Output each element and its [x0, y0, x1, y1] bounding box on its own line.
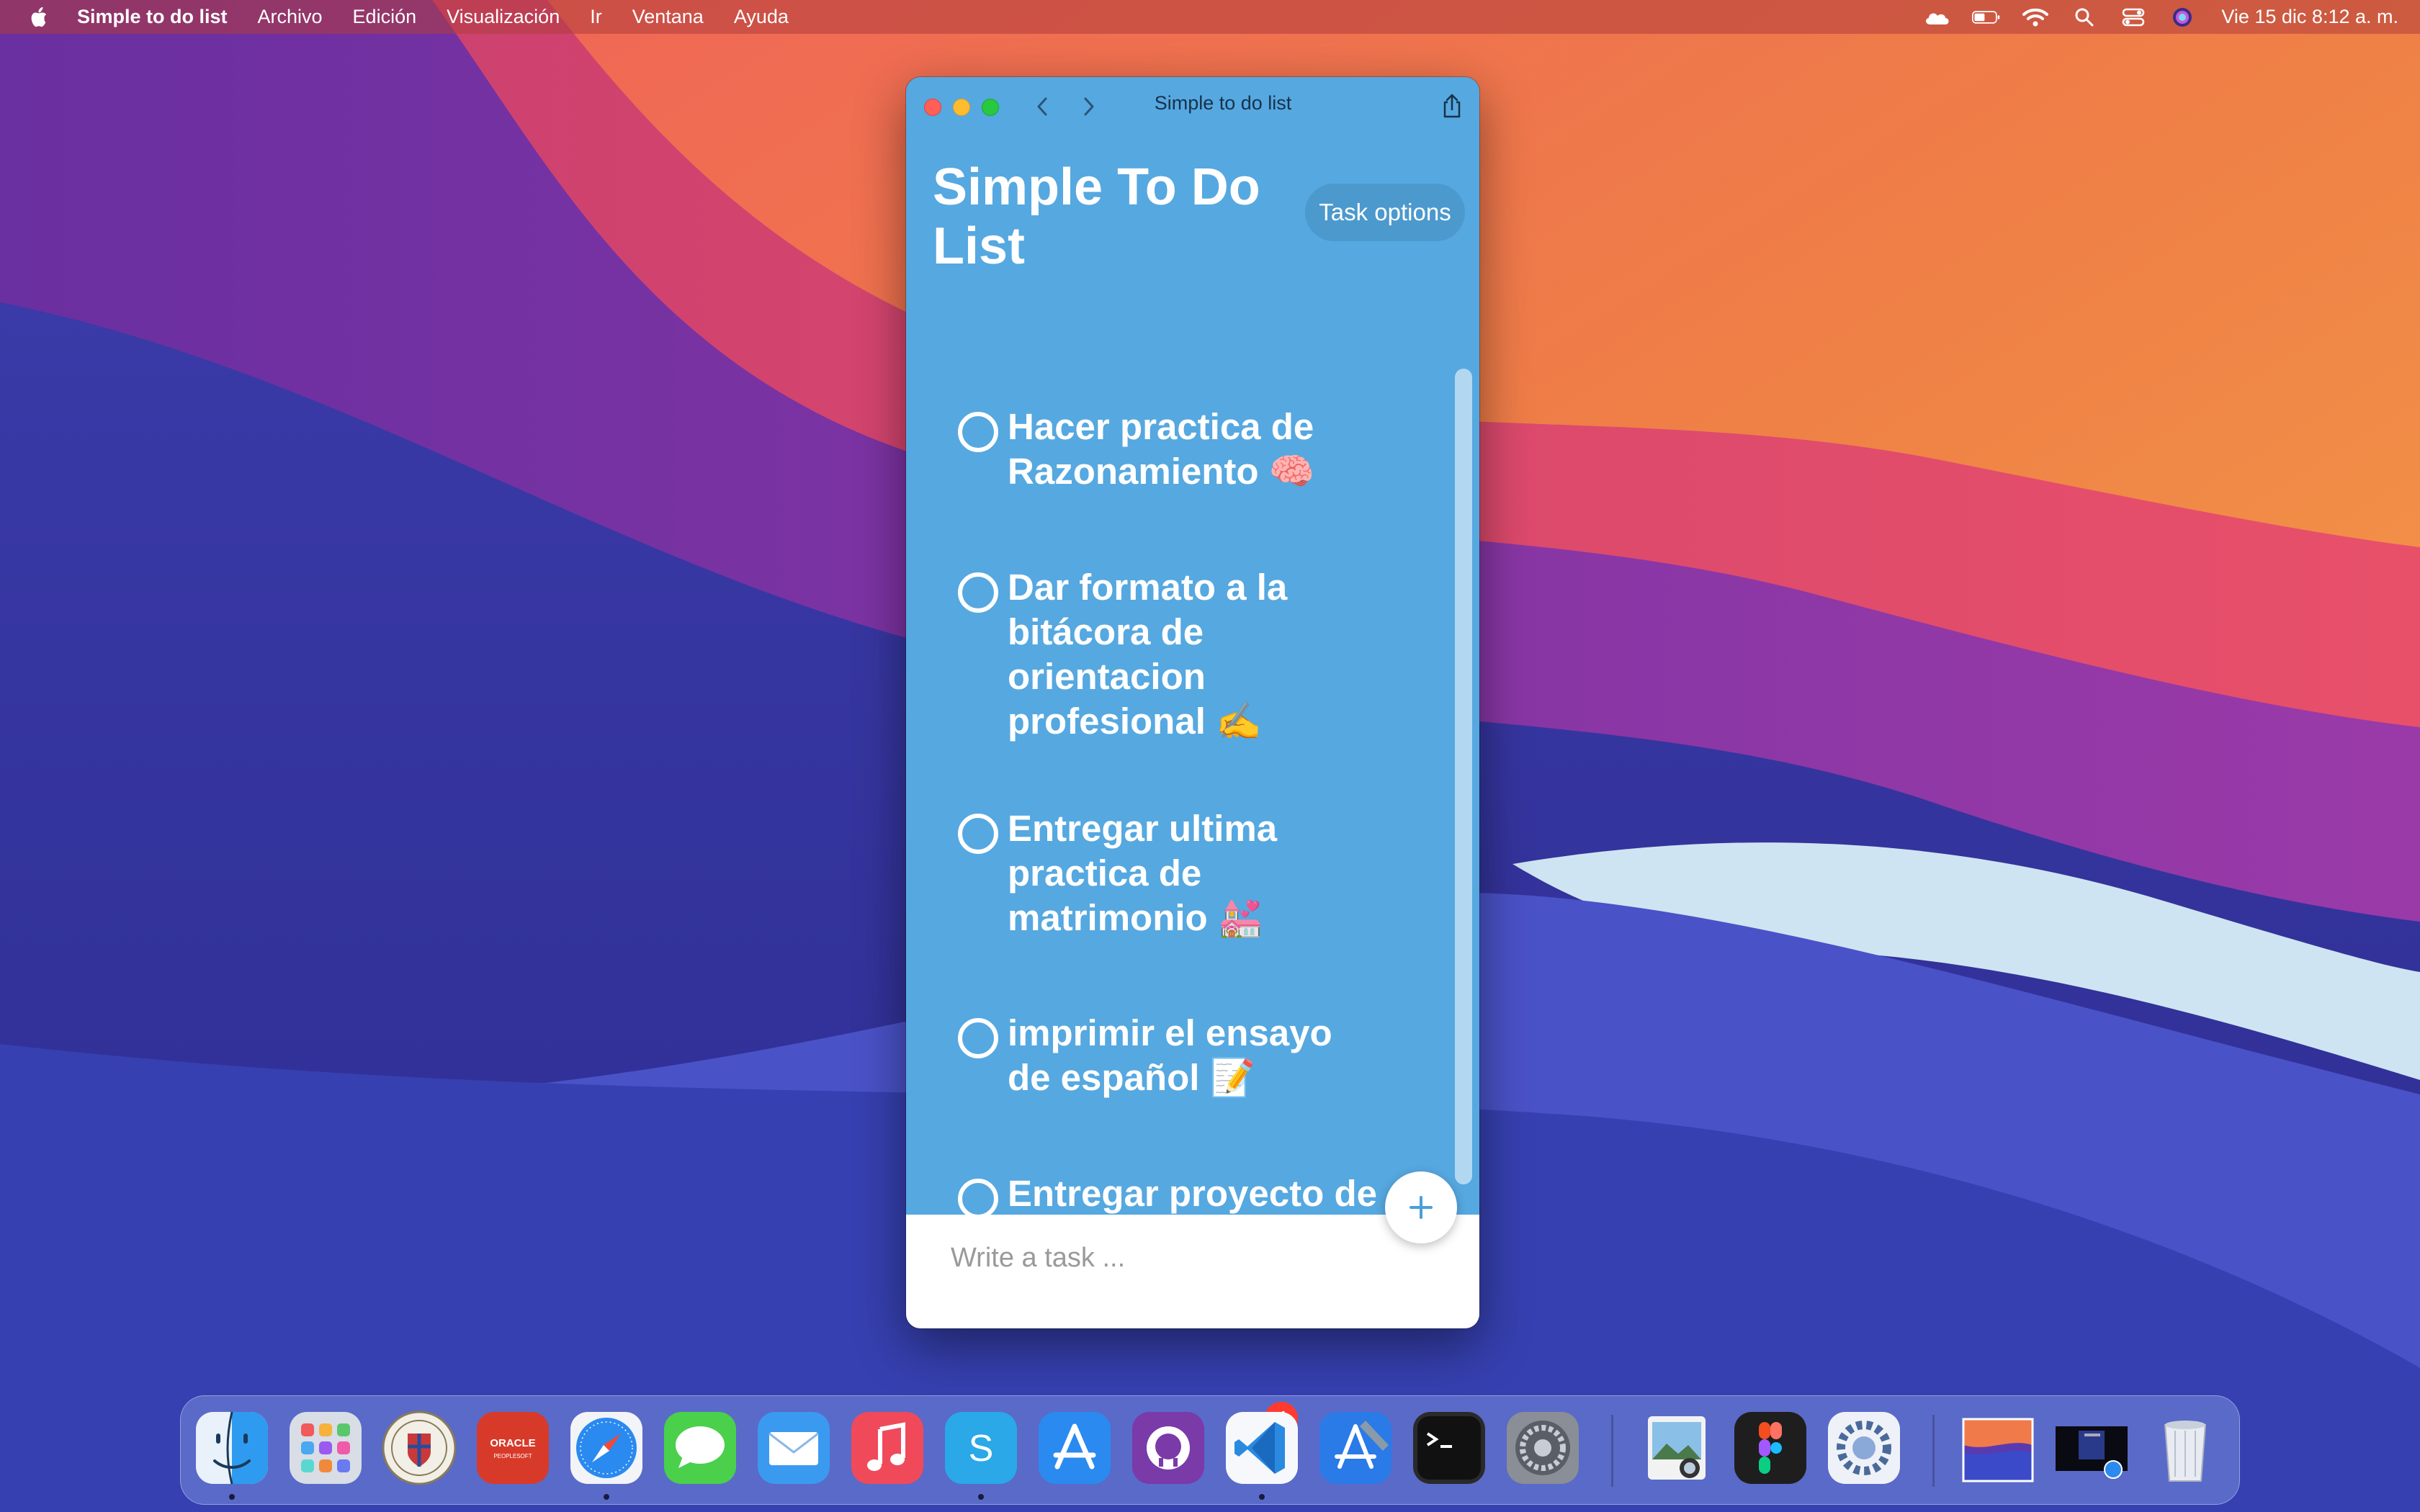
messages-icon[interactable] — [661, 1409, 739, 1487]
app-store-icon[interactable] — [1036, 1409, 1113, 1487]
window-titlebar[interactable]: Simple to do list — [906, 77, 1479, 131]
skype-letter: S — [969, 1428, 994, 1470]
share-button[interactable] — [1439, 92, 1465, 121]
finder-icon[interactable] — [193, 1409, 271, 1487]
task-checkbox[interactable] — [958, 412, 998, 452]
oracle-sublabel: PEOPLESOFT — [493, 1453, 532, 1459]
system-preferences-icon[interactable] — [1504, 1409, 1582, 1487]
task-list-scrollbar[interactable] — [1455, 369, 1472, 1184]
mail-icon[interactable] — [755, 1409, 833, 1487]
settings-gear-icon[interactable] — [1825, 1409, 1903, 1487]
task-checkbox[interactable] — [958, 814, 998, 854]
terminal-icon[interactable] — [1410, 1409, 1488, 1487]
music-icon[interactable] — [848, 1409, 926, 1487]
close-window-button[interactable] — [924, 99, 941, 116]
app-title: Simple To Do List — [933, 158, 1260, 275]
control-center-icon[interactable] — [2119, 7, 2148, 27]
menu-ir[interactable]: Ir — [590, 6, 602, 28]
task-text: Dar formato a la bitácora de orientacion… — [1008, 567, 1288, 742]
wallpaper-thumb-icon[interactable] — [1959, 1409, 2037, 1487]
trash-icon[interactable] — [2146, 1409, 2224, 1487]
icloud-icon[interactable] — [1923, 7, 1952, 27]
menu-clock[interactable]: Vie 15 dic 8:12 a. m. — [2221, 6, 2398, 28]
running-indicator — [978, 1494, 984, 1500]
running-indicator — [229, 1494, 235, 1500]
minimize-window-button[interactable] — [953, 99, 970, 116]
menu-bar: Simple to do list Archivo Edición Visual… — [0, 0, 2420, 34]
window-thumb-icon[interactable] — [2053, 1409, 2130, 1487]
menu-visualizacion[interactable]: Visualización — [447, 6, 560, 28]
apple-icon[interactable] — [28, 6, 48, 28]
task-text: imprimir el ensayo de español 📝 — [1008, 1012, 1332, 1098]
menu-archivo[interactable]: Archivo — [258, 6, 323, 28]
school-crest-icon[interactable] — [380, 1409, 458, 1487]
chevron-left-icon — [1037, 97, 1047, 116]
menu-ventana[interactable]: Ventana — [632, 6, 704, 28]
window-title: Simple to do list — [1154, 92, 1292, 114]
github-desktop-icon[interactable] — [1129, 1409, 1207, 1487]
xcode-icon[interactable] — [1317, 1409, 1394, 1487]
oracle-peoplesoft-icon[interactable]: ORACLE PEOPLESOFT — [474, 1409, 552, 1487]
skype-icon[interactable]: S — [942, 1409, 1020, 1487]
oracle-label: ORACLE — [490, 1437, 535, 1449]
running-indicator — [1259, 1494, 1265, 1500]
dock-separator — [1932, 1415, 1935, 1487]
vscode-icon[interactable] — [1223, 1409, 1301, 1487]
share-icon — [1443, 94, 1461, 118]
battery-icon[interactable] — [1972, 7, 2001, 27]
task-input-area — [906, 1215, 1479, 1328]
menu-edicion[interactable]: Edición — [353, 6, 417, 28]
zoom-window-button[interactable] — [982, 99, 999, 116]
launchpad-icon[interactable] — [287, 1409, 364, 1487]
dock-separator — [1611, 1415, 1613, 1487]
figma-icon[interactable] — [1731, 1409, 1809, 1487]
back-button[interactable] — [1030, 94, 1054, 119]
add-task-button[interactable] — [1385, 1171, 1457, 1243]
preview-icon[interactable] — [1638, 1409, 1716, 1487]
wifi-icon[interactable] — [2021, 7, 2050, 27]
task-checkbox[interactable] — [958, 572, 998, 613]
menu-ayuda[interactable]: Ayuda — [734, 6, 789, 28]
task-list[interactable]: Hacer practica de Razonamiento 🧠 Dar for… — [906, 358, 1453, 1242]
task-options-button[interactable]: Task options — [1305, 184, 1465, 241]
task-checkbox[interactable] — [958, 1018, 998, 1058]
dock: ORACLE PEOPLESOFT S 4 — [180, 1395, 2240, 1505]
task-text: Hacer practica de Razonamiento 🧠 — [1008, 406, 1315, 492]
plus-icon — [1410, 1196, 1433, 1219]
menu-app-name[interactable]: Simple to do list — [77, 6, 228, 28]
todo-app-window: Simple to do list Simple To Do List Task… — [906, 77, 1479, 1328]
siri-icon[interactable] — [2168, 7, 2197, 27]
task-input[interactable] — [951, 1236, 1383, 1279]
spotlight-search-icon[interactable] — [2070, 7, 2099, 27]
task-text: Entregar ultima practica de matrimonio 💒 — [1008, 808, 1278, 938]
running-indicator — [604, 1494, 609, 1500]
safari-icon[interactable] — [568, 1409, 645, 1487]
task-checkbox[interactable] — [958, 1179, 998, 1219]
